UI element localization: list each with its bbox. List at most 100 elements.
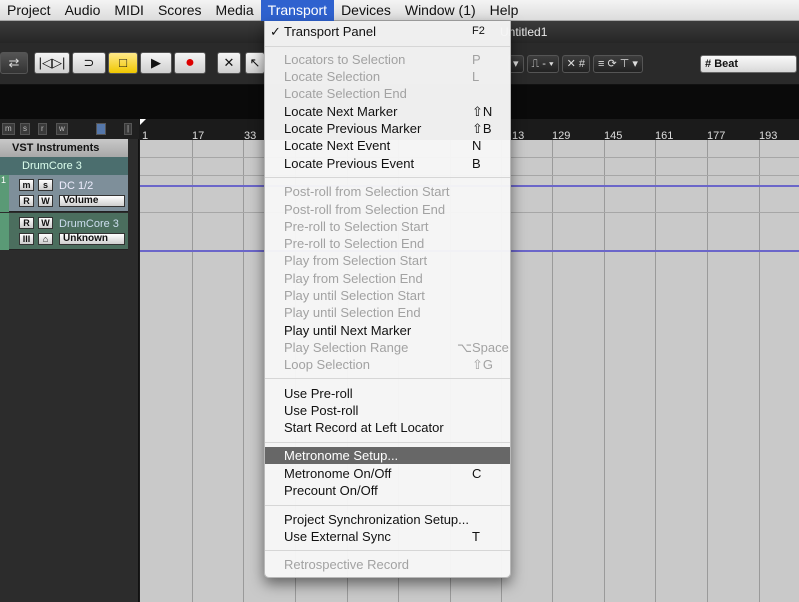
track-list: m s r w | VST Instruments DrumCore 3 1 m… [0, 119, 139, 602]
write-automation-button[interactable]: W [38, 195, 53, 207]
menu-item-locate-next-event[interactable]: Locate Next Event N [265, 137, 510, 154]
track-list-header: m s r w | [0, 119, 139, 139]
menu-item-label: Retrospective Record [284, 557, 409, 572]
record-button[interactable]: ● [174, 52, 206, 74]
plug-arrows-icon: ⇄ [8, 55, 20, 70]
left-locator-marker[interactable] [140, 119, 146, 125]
checkmark-icon: ✓ [270, 24, 281, 39]
lock-icon[interactable]: ⌂ [38, 233, 53, 245]
menu-item-locate-previous-event[interactable]: Locate Previous Event B [265, 155, 510, 172]
track-list-options[interactable]: | [124, 123, 133, 135]
menu-media[interactable]: Media [209, 0, 261, 21]
track-name: DrumCore 3 [59, 218, 119, 230]
menu-transport[interactable]: Transport [260, 0, 335, 21]
menu-item-label: Post-roll from Selection End [284, 202, 446, 217]
constrain-delay-button[interactable]: ⇄ [0, 52, 28, 74]
grid-line [655, 140, 656, 602]
menu-item-pre-roll-to-selection-start: Pre-roll to Selection Start [265, 218, 510, 235]
menu-item-shortcut: B [472, 156, 481, 171]
snap-toggle[interactable]: ✕ # [561, 55, 591, 73]
play-icon: ▶ [151, 55, 161, 70]
auto-scroll-button[interactable]: ✕ [217, 52, 241, 74]
track-drumcore-3[interactable]: R W III ⌂ DrumCore 3 Unknown [0, 213, 128, 250]
menu-midi[interactable]: MIDI [107, 0, 151, 21]
menu-item-label: Metronome Setup... [284, 448, 399, 463]
locate-start-button[interactable]: |◁▷| [34, 52, 70, 74]
object-selection-tool[interactable]: ↖ [245, 52, 265, 74]
menu-window[interactable]: Window (1) [398, 0, 483, 21]
menu-item-shortcut: C [472, 466, 482, 481]
menu-audio[interactable]: Audio [58, 0, 108, 21]
menu-item-use-external-sync[interactable]: Use External Sync T [265, 528, 510, 545]
solo-button[interactable]: s [38, 179, 53, 191]
show-lanes-button[interactable]: III [19, 233, 34, 245]
menu-item-locate-previous-marker[interactable]: Locate Previous Marker ⇧B [265, 120, 510, 137]
grid-line [707, 140, 708, 602]
menu-item-pre-roll-to-selection-end: Pre-roll to Selection End [265, 235, 510, 252]
menu-item-transport-panel[interactable]: ✓ Transport Panel F2 [265, 23, 510, 40]
track-color-strip [0, 213, 9, 250]
menu-item-play-from-selection-end: Play from Selection End [265, 270, 510, 287]
play-button[interactable]: ▶ [140, 52, 172, 74]
menu-item-label: Locate Next Event [284, 138, 391, 153]
menu-item-loop-selection: Loop Selection ⇧G [265, 356, 510, 373]
mute-button[interactable]: m [19, 179, 34, 191]
track-dc-1-2[interactable]: 1 m s R W DC 1/2 Volume [0, 175, 128, 212]
menu-item-label: Locate Selection End [284, 86, 407, 101]
menu-item-label: Use Post-roll [284, 403, 359, 418]
stop-icon: □ [119, 55, 127, 70]
menu-scores[interactable]: Scores [151, 0, 209, 21]
cycle-button[interactable]: ⊃ [72, 52, 106, 74]
menu-item-label: Play from Selection Start [284, 253, 428, 268]
grid-line [604, 140, 605, 602]
menu-item-precount-on-off[interactable]: Precount On/Off [265, 482, 510, 499]
write-automation-button[interactable]: W [38, 217, 53, 229]
menu-item-use-post-roll[interactable]: Use Post-roll [265, 402, 510, 419]
menu-item-start-record-at-left-locator[interactable]: Start Record at Left Locator [265, 419, 510, 436]
instrument-folder-drumcore[interactable]: DrumCore 3 [0, 157, 128, 175]
menu-item-use-pre-roll[interactable]: Use Pre-roll [265, 385, 510, 402]
menu-item-play-from-selection-start: Play from Selection Start [265, 252, 510, 269]
menu-item-shortcut: T [472, 529, 480, 544]
grid-line [759, 140, 760, 602]
stop-button[interactable]: □ [108, 52, 138, 74]
menu-item-locate-next-marker[interactable]: Locate Next Marker ⇧N [265, 103, 510, 120]
vst-instruments-folder[interactable]: VST Instruments [0, 139, 128, 157]
global-solo-button[interactable]: s [20, 123, 30, 135]
menu-item-label: Pre-roll to Selection End [284, 236, 425, 251]
global-read-button[interactable]: r [38, 123, 47, 135]
menu-item-play-until-selection-start: Play until Selection Start [265, 287, 510, 304]
menu-separator [265, 550, 510, 551]
track-color-icon[interactable] [96, 123, 107, 135]
automation-parameter-select[interactable]: Unknown [59, 233, 125, 245]
skip-start-icon: |◁▷| [38, 55, 66, 70]
menu-item-post-roll-from-selection-end: Post-roll from Selection End [265, 201, 510, 218]
global-mute-button[interactable]: m [2, 123, 15, 135]
menu-item-play-until-next-marker[interactable]: Play until Next Marker [265, 322, 510, 339]
read-automation-button[interactable]: R [19, 195, 34, 207]
menu-bar: Project Audio MIDI Scores Media Transpor… [0, 0, 799, 21]
menu-item-metronome-on-off[interactable]: Metronome On/Off C [265, 465, 510, 482]
menu-item-label: Pre-roll to Selection Start [284, 219, 429, 234]
menu-item-shortcut: ⇧G [472, 357, 494, 372]
global-write-button[interactable]: w [56, 123, 68, 135]
cycle-icon: ⊃ [83, 55, 95, 70]
grid-type-select[interactable]: # Beat [700, 55, 797, 73]
ruler-tick: 17 [192, 130, 205, 142]
snap-mode-dropdown[interactable]: ≡ ⟳ ⊤ ▾ [593, 55, 643, 73]
menu-item-label: Use Pre-roll [284, 386, 353, 401]
automation-parameter-select[interactable]: Volume [59, 195, 125, 207]
menu-help[interactable]: Help [483, 0, 526, 21]
ruler-tick: 161 [655, 130, 674, 142]
menu-item-metronome-setup[interactable]: Metronome Setup... [265, 447, 510, 464]
menu-item-label: Post-roll from Selection Start [284, 184, 450, 199]
menu-project[interactable]: Project [0, 0, 58, 21]
read-automation-button[interactable]: R [19, 217, 34, 229]
menu-item-label: Transport Panel [284, 24, 377, 39]
menu-item-project-synchronization-setup[interactable]: Project Synchronization Setup... [265, 511, 510, 528]
menu-item-shortcut: P [472, 52, 481, 67]
ruler-tick: 33 [244, 130, 257, 142]
menu-devices[interactable]: Devices [334, 0, 398, 21]
quantize-dropdown[interactable]: ⎍ - ▾ [526, 55, 559, 73]
menu-item-label: Project Synchronization Setup... [284, 512, 469, 527]
